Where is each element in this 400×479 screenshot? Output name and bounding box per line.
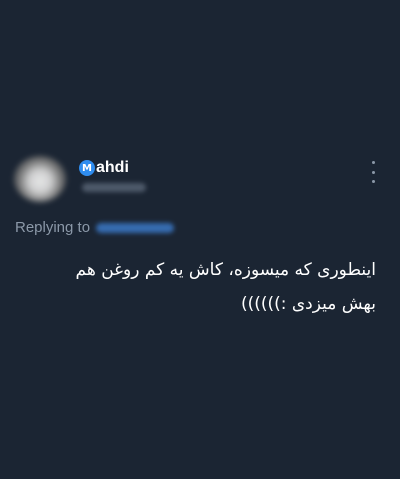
author-name-row[interactable]: M ahdi: [79, 158, 129, 178]
author-handle-blurred[interactable]: [82, 183, 146, 192]
verified-badge-icon: M: [79, 160, 95, 176]
author-display-name[interactable]: ahdi: [96, 159, 129, 177]
tweet-card[interactable]: M ahdi Replying to اینطوری که میسوزه، کا…: [0, 0, 400, 479]
avatar[interactable]: [14, 156, 66, 202]
reply-target-handle-blurred[interactable]: [96, 222, 175, 233]
tweet-text: اینطوری که میسوزه، کاش یه کم روغن هم بهش…: [16, 253, 376, 321]
replying-to-label: Replying to: [15, 218, 91, 236]
dot-icon: [371, 170, 375, 174]
dot-icon: [371, 161, 375, 164]
tweet-text-line: بهش میزدی :)))))): [240, 294, 376, 314]
replying-to-row: Replying to: [15, 217, 175, 237]
more-options-icon[interactable]: [366, 161, 380, 183]
tweet-text-line: اینطوری که میسوزه، کاش یه کم روغن هم: [75, 260, 376, 280]
dot-icon: [371, 180, 375, 183]
